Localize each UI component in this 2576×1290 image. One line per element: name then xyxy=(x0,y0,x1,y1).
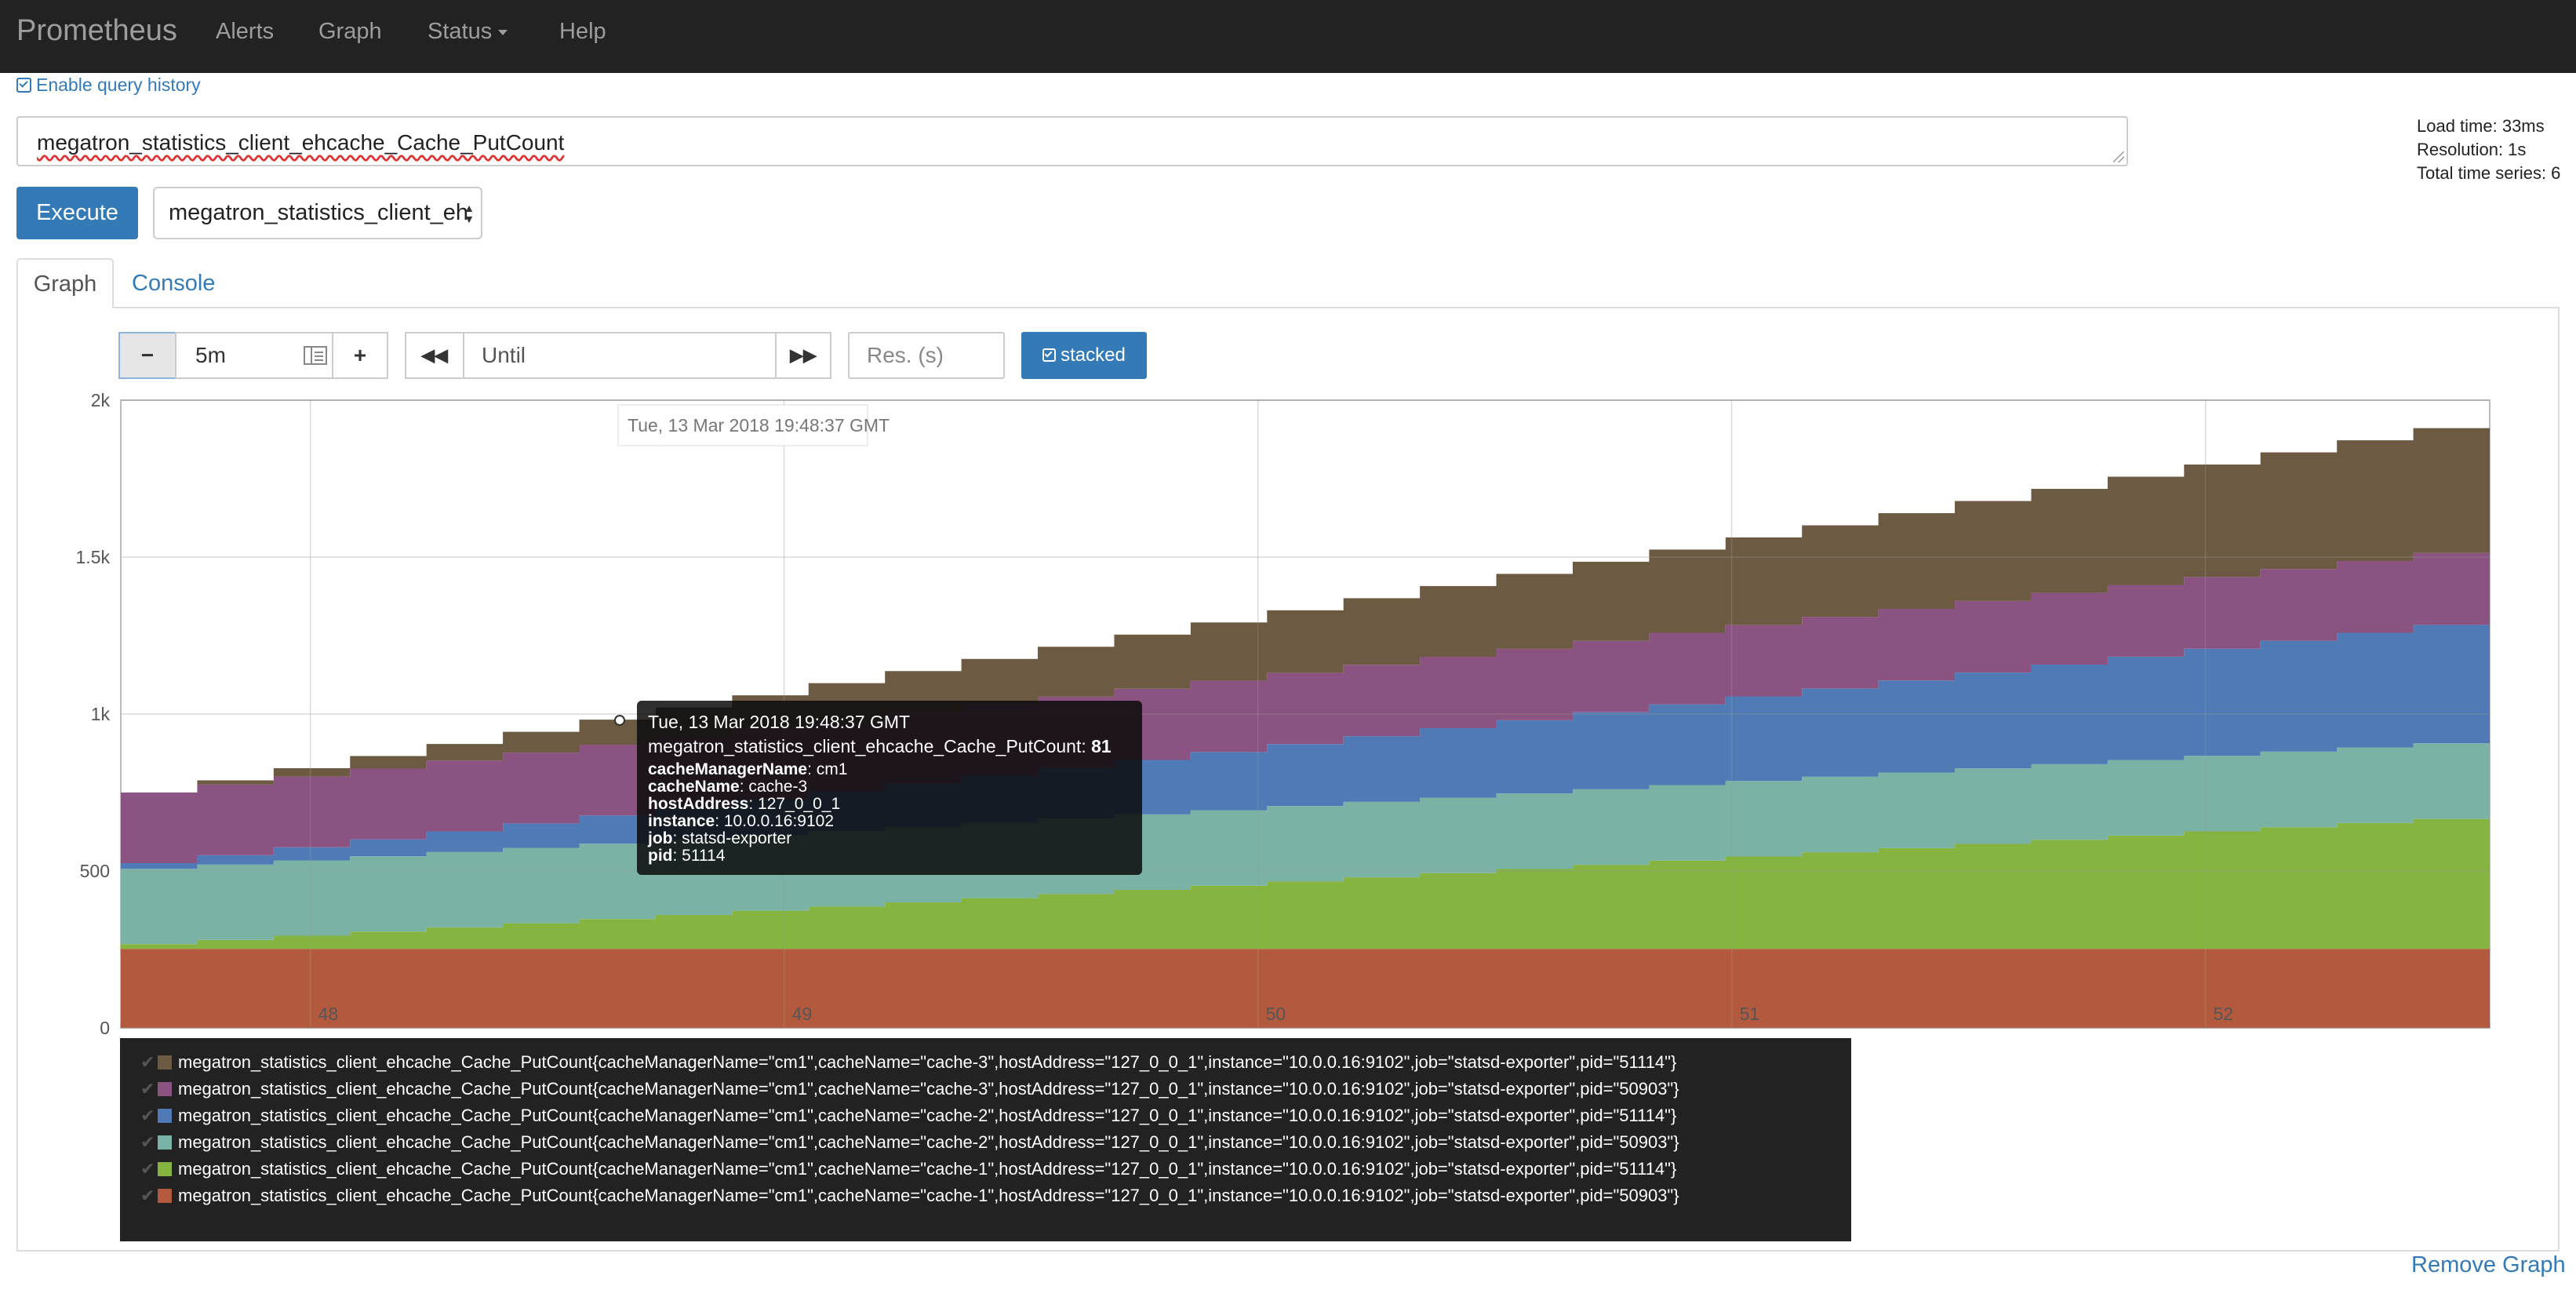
check-icon: ✔ xyxy=(140,1159,155,1179)
y-tick-label: 1.5k xyxy=(76,547,111,567)
tooltip-label-row: cacheManagerName: cm1 xyxy=(648,761,847,778)
check-icon: ✔ xyxy=(140,1186,155,1205)
tooltip-label-key: instance xyxy=(648,812,715,830)
legend-label: megatron_statistics_client_ehcache_Cache… xyxy=(178,1132,1679,1152)
x-tick-label: 49 xyxy=(792,1004,813,1024)
check-icon: ✔ xyxy=(140,1052,155,1072)
tooltip-metric: megatron_statistics_client_ehcache_Cache… xyxy=(648,736,1112,757)
tooltip-label-row: hostAddress: 127_0_0_1 xyxy=(648,796,847,813)
x-tick-label: 50 xyxy=(1266,1004,1286,1024)
legend-swatch xyxy=(158,1109,172,1123)
tooltip-label-value: : 51114 xyxy=(672,847,726,865)
tooltip-label-row: pid: 51114 xyxy=(648,847,847,865)
legend-label: megatron_statistics_client_ehcache_Cache… xyxy=(178,1186,1679,1205)
y-tick-label: 0 xyxy=(100,1018,110,1038)
legend-swatch xyxy=(158,1189,172,1203)
series-area-0 xyxy=(121,949,2490,1028)
legend-item[interactable]: ✔ megatron_statistics_client_ehcache_Cach… xyxy=(140,1157,1677,1181)
tooltip-label-value: : cm1 xyxy=(807,760,848,778)
hover-time-label: Tue, 13 Mar 2018 19:48:37 GMT xyxy=(628,415,890,435)
y-axis-ticks: 0 500 1k 1.5k 2k xyxy=(76,390,111,1038)
legend-item[interactable]: ✔ megatron_statistics_client_ehcache_Cach… xyxy=(140,1051,1677,1074)
tooltip-metric-name: megatron_statistics_client_ehcache_Cache… xyxy=(648,736,1086,756)
legend-swatch xyxy=(158,1055,172,1070)
tooltip-label-key: pid xyxy=(648,847,673,865)
tooltip-label-key: hostAddress xyxy=(648,795,749,813)
data-tooltip: Tue, 13 Mar 2018 19:48:37 GMT megatron_s… xyxy=(637,701,1142,875)
legend-label: megatron_statistics_client_ehcache_Cache… xyxy=(178,1052,1677,1072)
tooltip-label-row: job: statsd-exporter xyxy=(648,830,847,847)
legend: ✔ megatron_statistics_client_ehcache_Cach… xyxy=(120,1038,1851,1241)
legend-swatch xyxy=(158,1082,172,1096)
legend-item[interactable]: ✔ megatron_statistics_client_ehcache_Cach… xyxy=(140,1131,1679,1154)
tab-graph[interactable]: Graph xyxy=(16,258,114,308)
y-tick-label: 500 xyxy=(80,861,110,881)
tooltip-label-key: job xyxy=(648,829,673,847)
legend-label: megatron_statistics_client_ehcache_Cache… xyxy=(178,1079,1679,1099)
legend-item[interactable]: ✔ megatron_statistics_client_ehcache_Cach… xyxy=(140,1104,1677,1128)
remove-graph-link[interactable]: Remove Graph xyxy=(2411,1252,2566,1278)
check-icon: ✔ xyxy=(140,1106,155,1125)
tooltip-label-row: cacheName: cache-3 xyxy=(648,778,847,796)
legend-label: megatron_statistics_client_ehcache_Cache… xyxy=(178,1159,1677,1179)
tooltip-label-value: : 10.0.0.16:9102 xyxy=(715,812,835,830)
tooltip-time: Tue, 13 Mar 2018 19:48:37 GMT xyxy=(648,712,911,732)
x-tick-label: 51 xyxy=(1740,1004,1760,1024)
legend-item[interactable]: ✔ megatron_statistics_client_ehcache_Cach… xyxy=(140,1077,1679,1101)
y-tick-label: 2k xyxy=(91,390,111,410)
tooltip-label-key: cacheManagerName xyxy=(648,760,808,778)
tooltip-label-key: cacheName xyxy=(648,778,740,796)
legend-item[interactable]: ✔ megatron_statistics_client_ehcache_Cach… xyxy=(140,1184,1679,1208)
check-icon: ✔ xyxy=(140,1079,155,1099)
tooltip-labels: cacheManagerName: cm1 cacheName: cache-3 h… xyxy=(648,761,847,865)
tooltip-label-row: instance: 10.0.0.16:9102 xyxy=(648,813,847,830)
legend-swatch xyxy=(158,1135,172,1150)
hover-point xyxy=(614,715,625,726)
legend-swatch xyxy=(158,1162,172,1176)
tooltip-label-value: : statsd-exporter xyxy=(672,829,792,847)
x-tick-label: 48 xyxy=(318,1004,339,1024)
check-icon: ✔ xyxy=(140,1132,155,1152)
tooltip-label-value: : 127_0_0_1 xyxy=(748,795,841,813)
legend-label: megatron_statistics_client_ehcache_Cache… xyxy=(178,1106,1677,1125)
tooltip-value: 81 xyxy=(1091,736,1112,756)
y-tick-label: 1k xyxy=(91,704,111,724)
x-tick-label: 52 xyxy=(2214,1004,2234,1024)
tooltip-label-value: : cache-3 xyxy=(739,778,808,796)
